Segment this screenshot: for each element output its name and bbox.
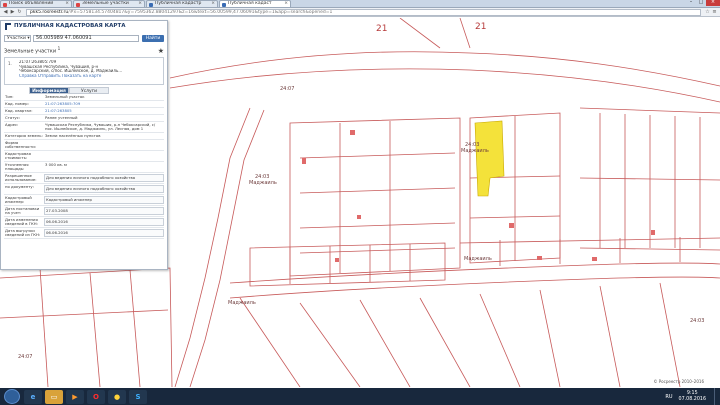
favicon-icon <box>76 2 80 7</box>
window-controls: – □ × <box>686 0 720 7</box>
language-indicator[interactable]: RU <box>665 394 672 400</box>
settlement-name-label: Маджаиль <box>249 180 277 186</box>
url-field[interactable]: pkk5.rosreestr.ru/#x=5758134.57404817&y=… <box>26 8 701 16</box>
layer-title: Земельные участки <box>4 48 57 55</box>
clock-date: 07.08.2016 <box>678 396 706 402</box>
back-icon[interactable]: ◀ <box>2 9 9 16</box>
settlement-name-label: Маджаиль <box>228 300 256 306</box>
favicon-icon <box>3 2 7 7</box>
show-desktop-button[interactable] <box>714 388 720 405</box>
clock[interactable]: 9:15 07.08.2016 <box>679 391 706 403</box>
info-row: Дата изменения сведений в ГКН: 06.06.2016 <box>4 217 164 228</box>
system-tray: RU 9:15 07.08.2016 <box>665 388 720 405</box>
chrome-icon[interactable]: ● <box>108 389 126 404</box>
skype-icon[interactable]: S <box>129 389 147 404</box>
browser-tab-0[interactable]: Поиск объявлений × <box>0 0 72 7</box>
info-row: Уточненная площадь: 3 000 кв. м <box>4 162 164 173</box>
info-row: Категория земель: Земли населённых пункто… <box>4 133 164 140</box>
explorer-icon[interactable]: ▭ <box>45 389 63 404</box>
search-result-item[interactable]: 1. 21:07:263805:709 Чувашская Республика… <box>4 57 164 85</box>
settlement-name-label: Маджаиль <box>464 256 492 262</box>
settlement-name-label: Маджаиль <box>461 148 489 154</box>
close-tab-icon[interactable]: × <box>65 1 69 7</box>
ie-icon[interactable]: e <box>24 389 42 404</box>
info-row: Кадастровый инженер: Кадастровый инженер <box>4 195 164 206</box>
panel-header: ПУБЛИЧНАЯ КАДАСТРОВАЯ КАРТА <box>1 21 167 31</box>
info-tabs: Информация Услуги <box>29 87 164 94</box>
reload-icon[interactable]: ↻ <box>16 9 23 16</box>
info-row: Дата выгрузки сведений из ГКН: 06.06.2016 <box>4 228 164 239</box>
close-tab-icon[interactable]: × <box>211 1 215 7</box>
favicon-icon <box>149 2 153 7</box>
info-table: Тип: Земельный участок Кад. номер: 21:07:2… <box>4 94 164 239</box>
tab-info[interactable]: Информация <box>29 87 69 94</box>
close-window-icon[interactable]: × <box>706 0 720 6</box>
start-button[interactable] <box>4 389 20 404</box>
address-bar: ◀ ▶ ↻ pkk5.rosreestr.ru/#x=5758134.57404… <box>0 8 720 17</box>
browser-tabstrip: Поиск объявлений × Земельные участки × Пуб… <box>0 0 720 8</box>
browser-tab-1[interactable]: Земельные участки × <box>73 0 145 7</box>
panel-title: ПУБЛИЧНАЯ КАДАСТРОВАЯ КАРТА <box>14 23 126 29</box>
bookmark-star-icon[interactable]: ☆ <box>704 9 711 16</box>
forward-icon[interactable]: ▶ <box>9 9 16 16</box>
tab-services[interactable]: Услуги <box>69 87 109 94</box>
result-index: 1. <box>8 61 12 66</box>
browser-tab-3[interactable]: Публичная кадаст × <box>219 0 291 7</box>
cadastral-panel: ПУБЛИЧНАЯ КАДАСТРОВАЯ КАРТА Участки ▾ 56… <box>0 20 168 270</box>
info-row: Дата постановки на учет: 27.03.2008 <box>4 206 164 217</box>
result-actions[interactable]: Справка Отправить Показать на карте <box>19 74 160 79</box>
quarter-code-label: 24:03 <box>690 318 705 324</box>
search-type-select[interactable]: Участки ▾ <box>4 35 31 42</box>
info-row: Тип: Земельный участок <box>4 94 164 101</box>
close-tab-icon[interactable]: × <box>138 1 142 7</box>
taskbar: e ▭ ▶ O ● S RU 9:15 07.08.2016 <box>0 388 720 405</box>
minimize-icon[interactable]: – <box>686 0 696 6</box>
favicon-icon <box>222 2 226 7</box>
maximize-icon[interactable]: □ <box>696 0 706 6</box>
layer-count: 1 <box>57 46 61 52</box>
info-row: Кад. квартал: 21:07:263805 <box>4 108 164 115</box>
info-row: Кадастровая стоимость: <box>4 151 164 162</box>
info-row: Кад. номер: 21:07:263805:709 <box>4 101 164 108</box>
quarter-code-label: 24:07 <box>280 86 295 92</box>
map-copyright: © Росреестр 2010–2016 <box>653 379 705 384</box>
menu-icon[interactable]: ≡ <box>711 9 718 16</box>
search-input[interactable]: 56.005989 47.060091 <box>33 35 139 42</box>
cadastral-logo-icon <box>5 22 11 30</box>
quarter-code-label: 24:07 <box>18 354 33 360</box>
media-player-icon[interactable]: ▶ <box>66 389 84 404</box>
layer-row: Земельные участки 1 ★ <box>1 46 167 55</box>
info-row: по документу: Для ведения личного подсобн… <box>4 184 164 195</box>
selected-parcel[interactable] <box>474 120 505 197</box>
info-row: Статус: Ранее учтенный <box>4 115 164 122</box>
browser-tab-2[interactable]: Публичная кадастр × <box>146 0 218 7</box>
close-tab-icon[interactable]: × <box>284 1 288 7</box>
info-row: Адрес: Чувашская Республика, Чувашия, р-н… <box>4 122 164 133</box>
block-label: 21 <box>475 22 487 32</box>
block-label: 21 <box>376 24 388 34</box>
favorite-star-icon[interactable]: ★ <box>158 47 164 55</box>
search-button[interactable]: Найти <box>142 35 164 42</box>
info-row: Разрешенное использование: Для ведения ли… <box>4 173 164 184</box>
search-row: Участки ▾ 56.005989 47.060091 Найти <box>1 34 167 43</box>
info-row: Форма собственности: <box>4 140 164 151</box>
opera-icon[interactable]: O <box>87 389 105 404</box>
